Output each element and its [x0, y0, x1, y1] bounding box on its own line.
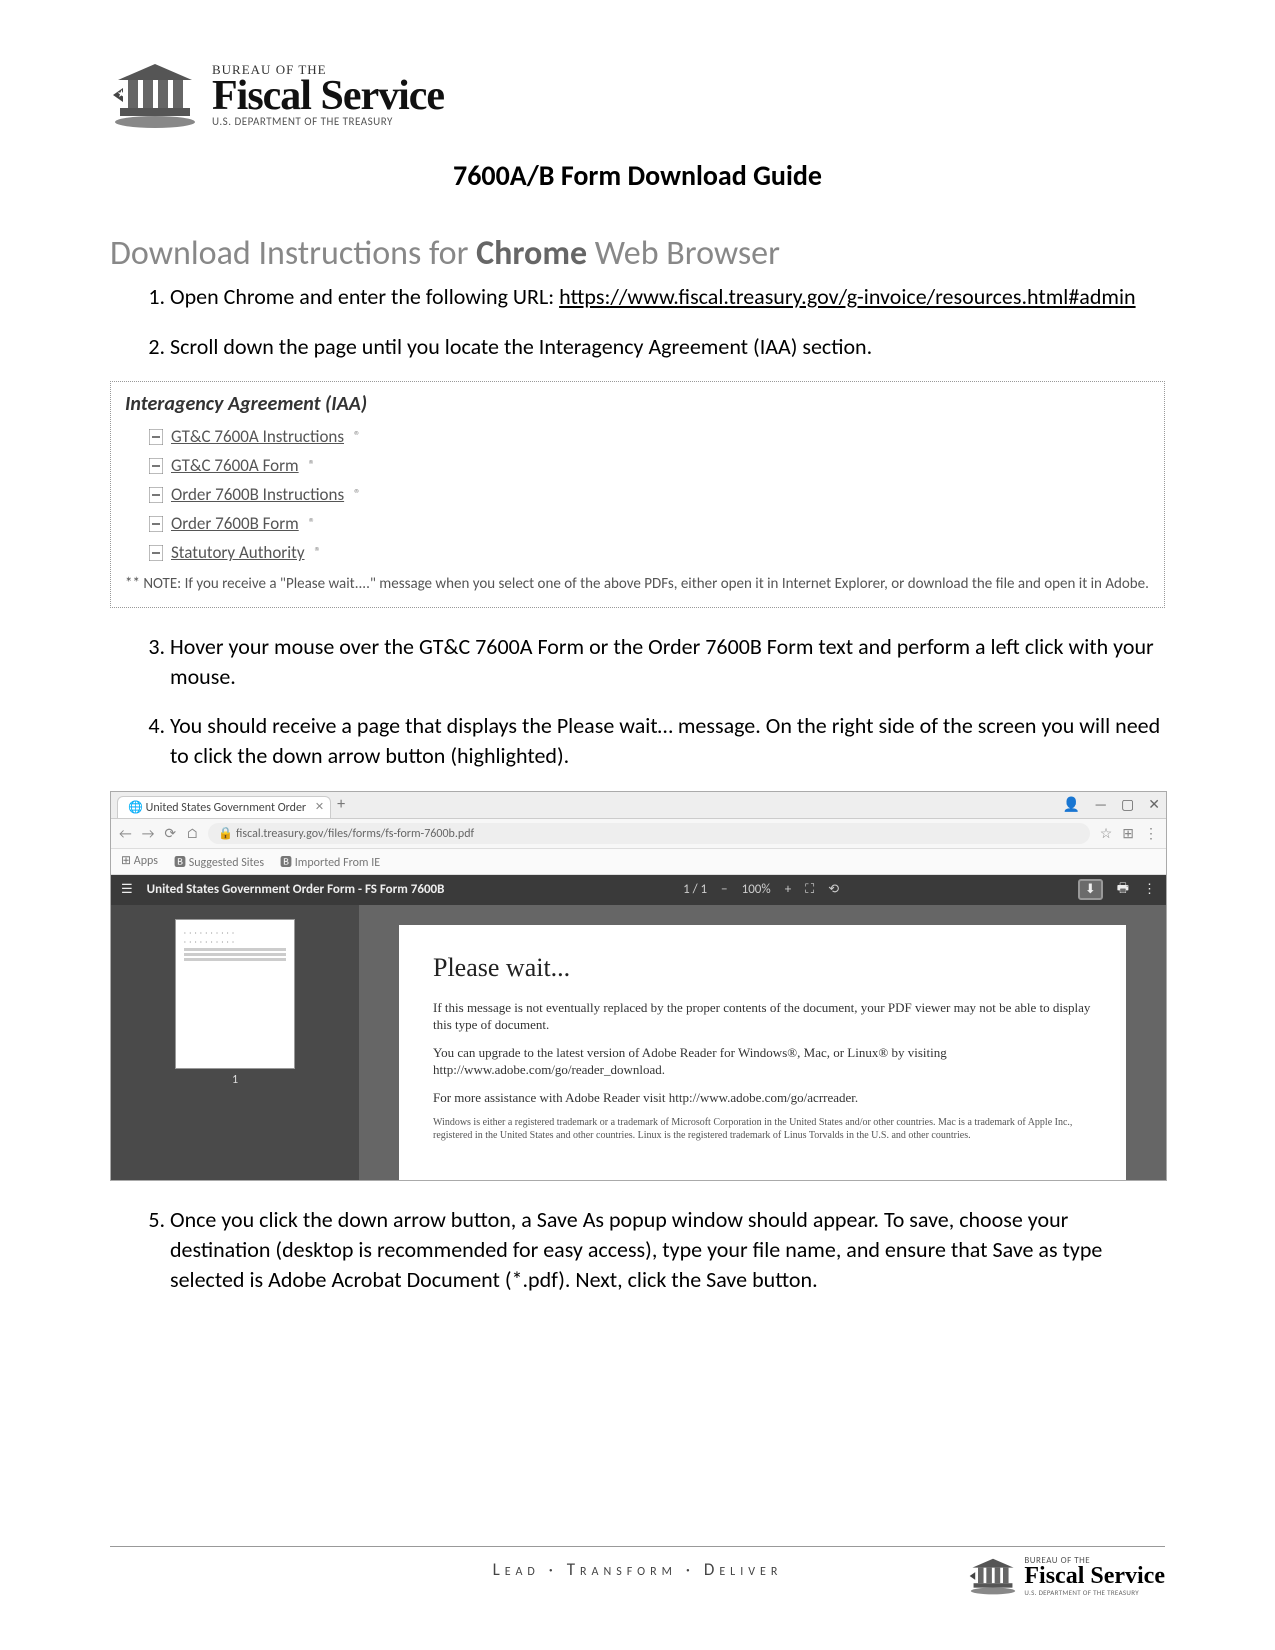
iaa-item[interactable]: GT&C 7600A Instructions® [149, 426, 1150, 447]
rotate-icon[interactable]: ⟲ [828, 882, 839, 897]
please-wait-footnote: Windows is either a registered trademark… [433, 1116, 1092, 1142]
pdf-icon [149, 429, 163, 445]
browser-tab[interactable]: 🌐 United States Government Order ✕ [117, 796, 331, 818]
close-window-icon[interactable]: ✕ [1148, 796, 1160, 813]
pdf-icon [149, 516, 163, 532]
suggested-bookmark[interactable]: 🅱 Suggested Sites [174, 853, 264, 870]
zoom-level: 100% [742, 882, 771, 897]
page-footer: Lead · Transform · Deliver BUREAU OF THE… [110, 1546, 1165, 1580]
pdf-thumbnail[interactable]: · · · · · · · · · · · · · · · · · · · · [175, 919, 295, 1069]
minimize-icon[interactable]: — [1094, 796, 1107, 813]
menu-icon[interactable]: ⋮ [1144, 825, 1158, 842]
pdf-title: United States Government Order Form - FS… [147, 882, 445, 897]
zoom-out-icon[interactable]: − [721, 882, 727, 897]
section-title: Download Instructions for Chrome Web Bro… [110, 233, 1165, 274]
pdf-menu-icon[interactable]: ☰ [121, 882, 133, 897]
footer-logo: BUREAU OF THE Fiscal Service U.S. DEPART… [968, 1555, 1165, 1597]
resource-url-link[interactable]: https://www.fiscal.treasury.gov/g-invoic… [559, 283, 1135, 310]
download-icon[interactable]: ⬇ [1078, 879, 1103, 900]
pdf-more-icon[interactable]: ⋮ [1143, 882, 1156, 897]
iaa-note: ** NOTE: If you receive a "Please wait..… [125, 575, 1150, 595]
lock-icon: 🔒 [218, 827, 233, 841]
user-icon[interactable]: 👤 [1063, 796, 1080, 813]
step-3: Hover your mouse over the GT&C 7600A For… [170, 632, 1165, 691]
logo-mark-icon: ★ [110, 60, 200, 130]
reload-icon[interactable]: ⟳ [164, 825, 176, 842]
footer-logo-icon [968, 1556, 1018, 1596]
new-tab-button[interactable]: + [337, 795, 345, 814]
thumbnail-number: 1 [175, 1073, 295, 1087]
pdf-icon [149, 487, 163, 503]
step-2: Scroll down the page until you locate th… [170, 332, 1165, 362]
globe-icon: 🌐 [128, 801, 143, 815]
step-5: Once you click the down arrow button, a … [170, 1205, 1165, 1294]
header-logo: ★ BUREAU OF THE Fiscal Service U.S. DEPA… [110, 60, 1165, 130]
please-wait-text: You can upgrade to the latest version of… [433, 1044, 1092, 1079]
close-tab-icon[interactable]: ✕ [315, 800, 324, 813]
zoom-in-icon[interactable]: + [785, 882, 791, 897]
logo-main-text: Fiscal Service [212, 78, 444, 116]
document-title: 7600A/B Form Download Guide [110, 158, 1165, 193]
pdf-page: Please wait... If this message is not ev… [399, 925, 1126, 1181]
print-icon[interactable]: 🖶 [1117, 879, 1129, 901]
iaa-item[interactable]: Statutory Authority® [149, 542, 1150, 563]
iaa-item[interactable]: GT&C 7600A Form® [149, 455, 1150, 476]
svg-text:★: ★ [117, 87, 126, 100]
browser-screenshot: 🌐 United States Government Order ✕ + 👤 —… [110, 791, 1167, 1182]
step-1: Open Chrome and enter the following URL:… [170, 282, 1165, 312]
home-icon[interactable]: ⌂ [186, 825, 198, 842]
fit-page-icon[interactable]: ⛶ [805, 882, 814, 897]
imported-bookmark[interactable]: 🅱 Imported From IE [280, 853, 380, 870]
address-bar[interactable]: 🔒 fiscal.treasury.gov/files/forms/fs-for… [208, 823, 1089, 844]
please-wait-text: For more assistance with Adobe Reader vi… [433, 1089, 1092, 1107]
forward-icon[interactable]: → [142, 825, 155, 842]
iaa-item[interactable]: Order 7600B Instructions® [149, 484, 1150, 505]
step-4: You should receive a page that displays … [170, 711, 1165, 770]
iaa-screenshot: Interagency Agreement (IAA) GT&C 7600A I… [110, 381, 1165, 608]
maximize-icon[interactable]: ▢ [1121, 796, 1134, 813]
back-icon[interactable]: ← [119, 825, 132, 842]
iaa-title: Interagency Agreement (IAA) [125, 392, 1150, 416]
iaa-item[interactable]: Order 7600B Form® [149, 513, 1150, 534]
please-wait-heading: Please wait... [433, 953, 1092, 983]
apps-bookmark[interactable]: ⊞ Apps [121, 853, 158, 870]
please-wait-text: If this message is not eventually replac… [433, 999, 1092, 1034]
page-indicator: 1 / 1 [683, 882, 707, 897]
pdf-icon [149, 545, 163, 561]
star-icon[interactable]: ☆ [1100, 825, 1113, 842]
extension-icon[interactable]: ⊞ [1122, 825, 1134, 842]
pdf-icon [149, 458, 163, 474]
